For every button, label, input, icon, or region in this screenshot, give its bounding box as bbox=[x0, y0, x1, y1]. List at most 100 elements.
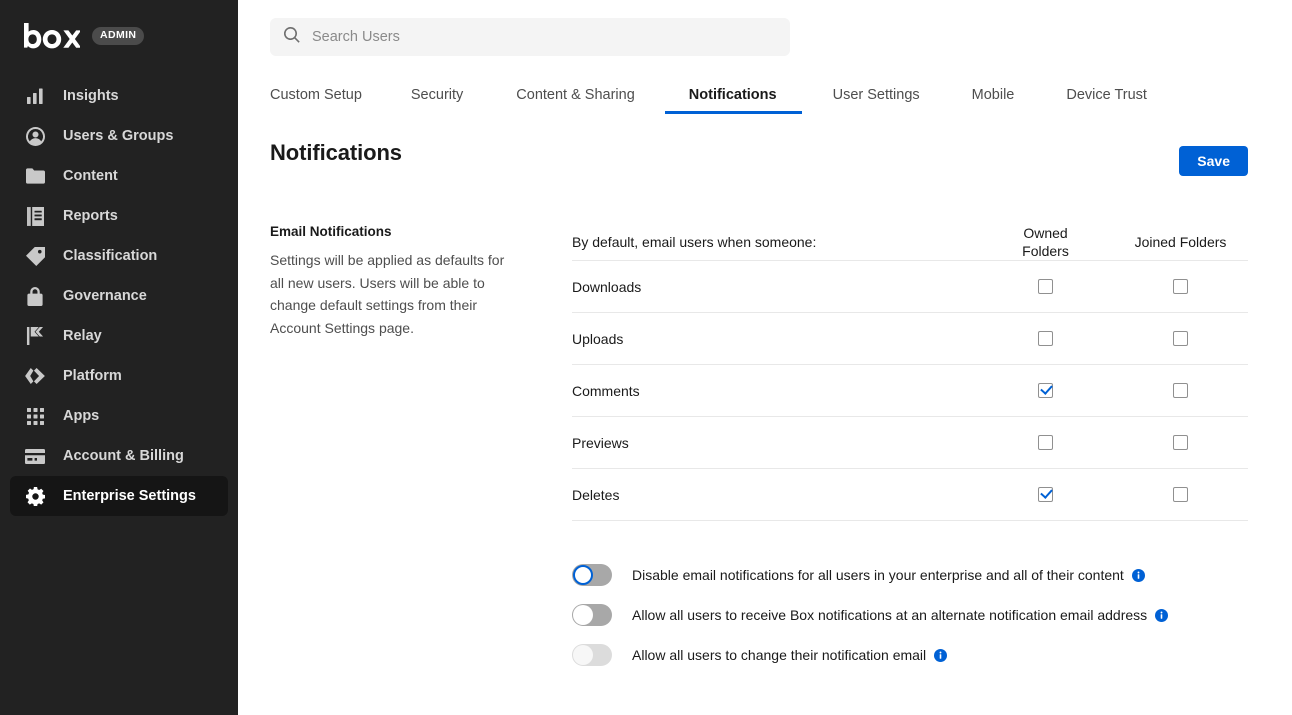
table-head: By default, email users when someone: Ow… bbox=[572, 224, 1248, 261]
search-input[interactable] bbox=[312, 29, 752, 45]
sidebar-item-label: Reports bbox=[63, 208, 118, 224]
table-body: Downloads Uploads bbox=[572, 261, 1248, 521]
toggle-label: Disable email notifications for all user… bbox=[632, 567, 1124, 583]
sidebar-item-enterprise-settings[interactable]: Enterprise Settings bbox=[10, 476, 228, 516]
tab-content-sharing[interactable]: Content & Sharing bbox=[516, 87, 635, 114]
user-circle-icon bbox=[24, 125, 46, 147]
sidebar-nav: Insights Users & Groups Content Reports bbox=[0, 76, 238, 516]
sidebar-item-label: Governance bbox=[63, 288, 147, 304]
table-row: Previews bbox=[572, 417, 1248, 469]
sidebar-item-relay[interactable]: Relay bbox=[10, 316, 228, 356]
tab-label: Notifications bbox=[689, 87, 777, 103]
tab-custom-setup[interactable]: Custom Setup bbox=[270, 87, 362, 114]
checkbox-previews-owned[interactable] bbox=[1038, 435, 1053, 450]
info-icon[interactable] bbox=[1132, 569, 1145, 582]
tab-label: Content & Sharing bbox=[516, 87, 635, 103]
sidebar-item-insights[interactable]: Insights bbox=[10, 76, 228, 116]
sidebar-item-users-groups[interactable]: Users & Groups bbox=[10, 116, 228, 156]
sidebar-item-governance[interactable]: Governance bbox=[10, 276, 228, 316]
save-button[interactable]: Save bbox=[1179, 146, 1248, 176]
page-header: Notifications Save bbox=[238, 140, 1292, 166]
folder-icon bbox=[24, 165, 46, 187]
owned-folders-cell bbox=[978, 365, 1113, 417]
box-logo-icon bbox=[22, 23, 80, 49]
checkbox-deletes-owned[interactable] bbox=[1038, 487, 1053, 502]
tab-user-settings[interactable]: User Settings bbox=[833, 87, 920, 114]
sidebar-item-label: Insights bbox=[63, 88, 119, 104]
tab-label: Custom Setup bbox=[270, 87, 362, 103]
checkbox-downloads-joined[interactable] bbox=[1173, 279, 1188, 294]
checkbox-deletes-joined[interactable] bbox=[1173, 487, 1188, 502]
toggle-row-alternate-email: Allow all users to receive Box notificat… bbox=[572, 595, 1248, 635]
owned-folders-cell bbox=[978, 261, 1113, 313]
info-icon[interactable] bbox=[1155, 609, 1168, 622]
column-label: Owned Folders bbox=[1011, 224, 1081, 260]
grid-apps-icon bbox=[24, 405, 46, 427]
joined-folders-cell bbox=[1113, 313, 1248, 365]
admin-console: ADMIN Insights Users & Groups Content bbox=[0, 0, 1292, 715]
email-notifications-info: Email Notifications Settings will be app… bbox=[270, 224, 540, 675]
flag-icon bbox=[24, 325, 46, 347]
tab-notifications[interactable]: Notifications bbox=[689, 87, 777, 114]
owned-folders-cell bbox=[978, 417, 1113, 469]
sidebar-item-label: Relay bbox=[63, 328, 102, 344]
row-label: Uploads bbox=[572, 313, 978, 365]
row-label: Previews bbox=[572, 417, 978, 469]
checkbox-uploads-joined[interactable] bbox=[1173, 331, 1188, 346]
credit-card-icon bbox=[24, 445, 46, 467]
checkbox-uploads-owned[interactable] bbox=[1038, 331, 1053, 346]
box-logo[interactable] bbox=[22, 23, 80, 49]
checkbox-comments-joined[interactable] bbox=[1173, 383, 1188, 398]
table-header-label: By default, email users when someone: bbox=[572, 224, 978, 261]
brand: ADMIN bbox=[0, 0, 238, 72]
toggle-label: Allow all users to receive Box notificat… bbox=[632, 607, 1147, 623]
search-bar[interactable] bbox=[270, 18, 790, 56]
toggle-alternate-notification-email[interactable] bbox=[572, 604, 612, 626]
table-header-joined-folders: Joined Folders bbox=[1113, 224, 1248, 261]
notifications-settings: By default, email users when someone: Ow… bbox=[540, 224, 1292, 675]
tab-label: Mobile bbox=[972, 87, 1015, 103]
info-icon[interactable] bbox=[934, 649, 947, 662]
toggle-label-wrapper: Allow all users to change their notifica… bbox=[632, 647, 947, 663]
toggle-knob bbox=[573, 645, 593, 665]
table-header-row: By default, email users when someone: Ow… bbox=[572, 224, 1248, 261]
sidebar-item-content[interactable]: Content bbox=[10, 156, 228, 196]
sidebar-item-label: Enterprise Settings bbox=[63, 488, 196, 504]
table-row: Downloads bbox=[572, 261, 1248, 313]
tab-security[interactable]: Security bbox=[411, 87, 463, 114]
toggle-disable-email-notifications[interactable] bbox=[572, 564, 612, 586]
sidebar-item-account-billing[interactable]: Account & Billing bbox=[10, 436, 228, 476]
sidebar-item-apps[interactable]: Apps bbox=[10, 396, 228, 436]
sidebar-item-reports[interactable]: Reports bbox=[10, 196, 228, 236]
checkbox-comments-owned[interactable] bbox=[1038, 383, 1053, 398]
row-label: Deletes bbox=[572, 469, 978, 521]
notifications-table: By default, email users when someone: Ow… bbox=[572, 224, 1248, 521]
tab-device-trust[interactable]: Device Trust bbox=[1066, 87, 1147, 114]
sidebar-item-label: Platform bbox=[63, 368, 122, 384]
section-title: Email Notifications bbox=[270, 224, 540, 239]
table-row: Deletes bbox=[572, 469, 1248, 521]
toggle-change-notification-email[interactable] bbox=[572, 644, 612, 666]
bar-chart-icon bbox=[24, 85, 46, 107]
row-label: Downloads bbox=[572, 261, 978, 313]
tab-label: Device Trust bbox=[1066, 87, 1147, 103]
toggle-row-disable-email: Disable email notifications for all user… bbox=[572, 555, 1248, 595]
sidebar-item-label: Users & Groups bbox=[63, 128, 173, 144]
search-icon bbox=[284, 27, 300, 48]
checkbox-downloads-owned[interactable] bbox=[1038, 279, 1053, 294]
sidebar-item-platform[interactable]: Platform bbox=[10, 356, 228, 396]
toggle-row-change-email: Allow all users to change their notifica… bbox=[572, 635, 1248, 675]
settings-tabs: Custom Setup Security Content & Sharing … bbox=[238, 78, 1292, 114]
tab-label: Security bbox=[411, 87, 463, 103]
sidebar-item-classification[interactable]: Classification bbox=[10, 236, 228, 276]
joined-folders-cell bbox=[1113, 417, 1248, 469]
toggle-label-wrapper: Disable email notifications for all user… bbox=[632, 567, 1145, 583]
checkbox-previews-joined[interactable] bbox=[1173, 435, 1188, 450]
tab-label: User Settings bbox=[833, 87, 920, 103]
page-title: Notifications bbox=[270, 140, 1292, 166]
tab-mobile[interactable]: Mobile bbox=[972, 87, 1015, 114]
sidebar: ADMIN Insights Users & Groups Content bbox=[0, 0, 238, 715]
table-header-owned-folders: Owned Folders bbox=[978, 224, 1113, 261]
sidebar-item-label: Content bbox=[63, 168, 118, 184]
settings-body: Email Notifications Settings will be app… bbox=[238, 224, 1292, 675]
